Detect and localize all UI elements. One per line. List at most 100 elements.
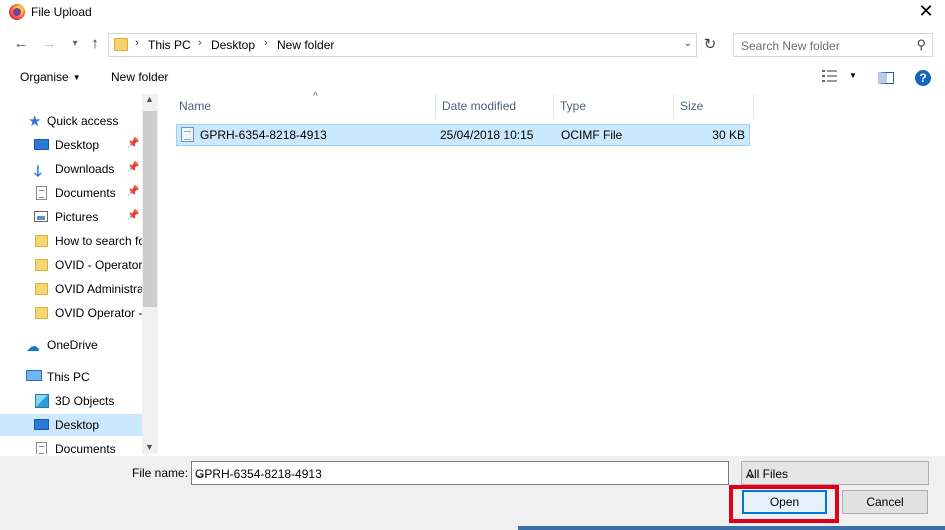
folder-icon <box>35 283 48 295</box>
back-arrow-icon[interactable]: ← <box>12 34 30 54</box>
chevron-down-icon[interactable]: ⌄ <box>684 38 692 49</box>
preview-pane-icon[interactable] <box>878 72 894 84</box>
firefox-logo-icon <box>9 4 25 20</box>
dialog-footer: File name: GPRH-6354-8218-4913 ⌄ All Fil… <box>0 456 945 530</box>
recent-locations-chevron-icon[interactable]: ▾ <box>66 34 84 54</box>
folder-icon <box>35 307 48 319</box>
file-date-modified: 25/04/2018 10:15 <box>440 128 534 142</box>
title-bar: File Upload ✕ <box>0 0 945 25</box>
column-header-date-modified[interactable]: Date modified <box>436 94 554 119</box>
sidebar-item-label: Desktop <box>55 138 100 152</box>
sidebar-item-desktop[interactable]: Desktop 📌 <box>0 134 142 156</box>
open-button[interactable]: Open <box>742 490 827 514</box>
column-header-label: Type <box>560 99 587 113</box>
sidebar-item-ovid-operator[interactable]: OVID - Operator <box>0 254 142 276</box>
command-toolbar: Organise ▼ New folder ▼ ? <box>0 62 945 92</box>
file-list: Name ^ Date modified Type Size GPRH-6354… <box>160 91 945 454</box>
file-size: 30 KB <box>712 128 745 142</box>
3d-objects-icon <box>35 394 49 408</box>
file-type: OCIMF File <box>561 128 623 142</box>
desktop-icon <box>34 139 49 150</box>
sidebar-item-quick-access[interactable]: ★ Quick access <box>0 110 142 132</box>
sidebar-item-label: 3D Objects <box>55 394 115 408</box>
forward-arrow-icon[interactable]: → <box>40 34 58 54</box>
cancel-button[interactable]: Cancel <box>842 490 928 514</box>
table-row[interactable]: GPRH-6354-8218-4913 25/04/2018 10:15 OCI… <box>176 124 750 146</box>
folder-icon <box>35 235 48 247</box>
scroll-down-icon[interactable]: ▼ <box>145 442 154 452</box>
sidebar-item-onedrive[interactable]: ☁ OneDrive <box>0 334 142 356</box>
documents-icon <box>36 442 47 454</box>
breadcrumb-separator-icon[interactable]: › <box>198 37 202 49</box>
sidebar-item-3d-objects[interactable]: 3D Objects <box>0 390 142 412</box>
navigation-pane-scrollbar[interactable]: ▲ ▼ <box>142 94 158 454</box>
sidebar-item-label: OVID - Operator <box>55 258 143 272</box>
cloud-icon: ☁ <box>26 338 40 354</box>
desktop-icon <box>34 419 49 430</box>
pin-icon: 📌 <box>127 138 140 149</box>
breadcrumb-separator-icon[interactable]: › <box>135 37 139 49</box>
sort-ascending-icon: ^ <box>313 91 318 102</box>
view-options-icon[interactable] <box>822 70 838 82</box>
sidebar-item-label: Documents <box>55 186 116 200</box>
new-folder-button[interactable]: New folder <box>111 70 168 84</box>
file-icon <box>181 127 194 142</box>
organise-button[interactable]: Organise ▼ <box>20 70 81 84</box>
file-name-label: File name: <box>132 466 189 480</box>
column-header-size[interactable]: Size <box>674 94 754 119</box>
chevron-down-icon[interactable]: ⌄ <box>746 467 923 481</box>
sidebar-item-desktop-selected[interactable]: Desktop <box>0 414 142 436</box>
sidebar-item-downloads[interactable]: 🡓 Downloads 📌 <box>0 158 142 180</box>
folder-icon <box>114 38 128 51</box>
star-icon: ★ <box>28 113 42 130</box>
breadcrumb-new-folder[interactable]: New folder <box>277 38 334 52</box>
sidebar-item-this-pc[interactable]: This PC <box>0 366 142 388</box>
sidebar-item-label: Desktop <box>55 418 100 432</box>
pin-icon: 📌 <box>127 186 140 197</box>
sidebar-item-pictures[interactable]: Pictures 📌 <box>0 206 142 228</box>
sidebar-item-documents-2[interactable]: Documents <box>0 438 142 454</box>
address-bar[interactable]: › This PC › Desktop › New folder ⌄ <box>108 33 697 57</box>
documents-icon <box>36 186 47 200</box>
help-icon[interactable]: ? <box>915 70 931 86</box>
refresh-icon[interactable]: ↻ <box>700 35 720 55</box>
file-type-select[interactable]: All Files ⌄ <box>741 461 929 485</box>
pin-icon: 📌 <box>127 162 140 173</box>
sidebar-item-label: OneDrive <box>47 338 98 352</box>
column-header-name[interactable]: Name ^ <box>173 91 436 119</box>
sidebar-item-how-to-search[interactable]: How to search fo <box>0 230 146 252</box>
organise-label: Organise <box>20 70 69 84</box>
folder-icon <box>35 259 48 271</box>
sidebar-item-label: How to search fo <box>55 234 146 248</box>
sidebar-item-ovid-operator-2[interactable]: OVID Operator - <box>0 302 142 324</box>
caret-down-icon[interactable]: ▼ <box>849 71 857 80</box>
file-name-field[interactable]: GPRH-6354-8218-4913 ⌄ <box>191 461 729 485</box>
file-name: GPRH-6354-8218-4913 <box>200 128 327 142</box>
breadcrumb-this-pc[interactable]: This PC <box>148 38 191 52</box>
sidebar-item-label: OVID Administrat <box>55 282 148 296</box>
scroll-up-icon[interactable]: ▲ <box>145 94 154 104</box>
scrollbar-thumb[interactable] <box>143 111 157 307</box>
search-input[interactable]: Search New folder ⚲ <box>733 33 933 57</box>
sidebar-item-ovid-administrator[interactable]: OVID Administrat <box>0 278 147 300</box>
sidebar-item-label: Downloads <box>55 162 115 176</box>
taskbar-strip <box>518 526 945 530</box>
pc-icon <box>26 370 42 381</box>
navigation-pane: ★ Quick access Desktop 📌 🡓 Downloads 📌 D… <box>0 94 158 454</box>
close-icon[interactable]: ✕ <box>915 1 937 23</box>
sidebar-item-label: OVID Operator - <box>55 306 143 320</box>
sidebar-item-label: Documents <box>55 442 116 454</box>
sidebar-item-label: Pictures <box>55 210 99 224</box>
column-header-label: Date modified <box>442 99 517 113</box>
column-header-label: Size <box>680 99 704 113</box>
up-arrow-icon[interactable]: ↑ <box>86 34 104 54</box>
search-icon: ⚲ <box>916 37 926 52</box>
sidebar-item-label: This PC <box>47 370 90 384</box>
column-header-type[interactable]: Type <box>554 94 674 119</box>
search-placeholder: Search New folder <box>741 39 840 53</box>
breadcrumb-separator-icon[interactable]: › <box>264 37 268 49</box>
sidebar-item-label: Quick access <box>47 114 119 128</box>
sidebar-item-documents[interactable]: Documents 📌 <box>0 182 142 204</box>
breadcrumb-desktop[interactable]: Desktop <box>211 38 255 52</box>
chevron-down-icon[interactable]: ⌄ <box>195 467 724 481</box>
